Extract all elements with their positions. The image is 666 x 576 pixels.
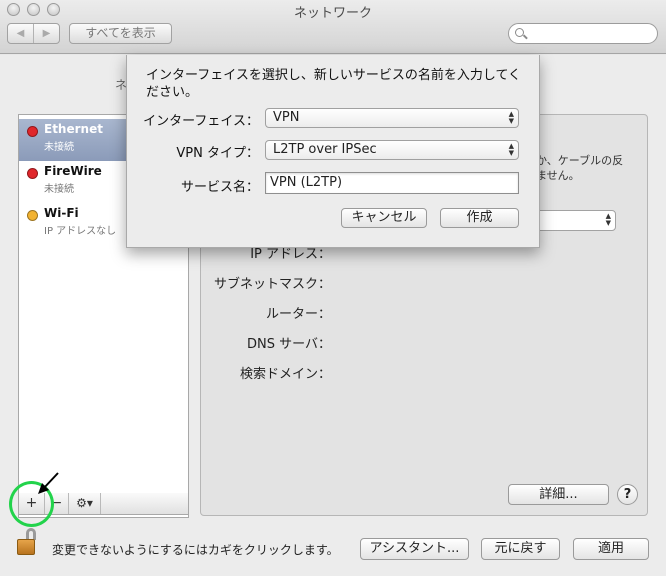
status-description: か、ケーブルの反 ません。	[536, 154, 624, 182]
lock-hint: 変更できないようにするにはカギをクリックします。	[52, 543, 339, 557]
updown-arrows-icon: ▲ ▼	[605, 212, 611, 227]
sheet-message: インターフェイスを選択し、新しいサービスの名前を入力してください。	[146, 68, 522, 100]
subnet-mask-label: サブネットマスク：	[213, 277, 331, 292]
back-icon[interactable]: ◀	[8, 24, 34, 43]
back-forward-control[interactable]: ◀ ▶	[7, 23, 60, 44]
forward-icon[interactable]: ▶	[34, 24, 59, 43]
configure-ipv4-popup[interactable]: ▲ ▼	[530, 210, 616, 231]
gear-icon[interactable]: ⚙▾	[69, 493, 101, 514]
revert-button[interactable]: 元に戻す	[481, 538, 560, 560]
window-title: ネットワーク	[293, 6, 372, 21]
window-titlebar: ネットワーク ◀ ▶ すべてを表示	[0, 0, 666, 54]
service-name-label: サービス名：	[180, 180, 259, 195]
pointer-arrow-icon	[38, 472, 59, 494]
service-status: 未接続	[44, 142, 74, 153]
apply-button[interactable]: 適用	[573, 538, 649, 560]
router-label: ルーター：	[265, 307, 331, 322]
service-status: IP アドレスなし	[44, 226, 117, 237]
assistant-button[interactable]: アシスタント...	[360, 538, 469, 560]
interface-label: インターフェイス：	[143, 114, 259, 129]
service-name: FireWire	[44, 164, 102, 178]
new-service-sheet: インターフェイスを選択し、新しいサービスの名前を入力してください。 インターフェ…	[126, 55, 540, 248]
vpn-type-popup[interactable]: L2TP over IPSec ▲ ▼	[265, 140, 519, 160]
service-name: Ethernet	[44, 122, 103, 136]
service-name-field[interactable]: VPN (L2TP)	[265, 172, 519, 194]
vpn-type-label: VPN タイプ：	[176, 146, 259, 161]
dns-server-label: DNS サーバ：	[247, 337, 331, 352]
details-button[interactable]: 詳細...	[508, 484, 609, 505]
service-name: Wi-Fi	[44, 206, 79, 220]
status-dot-icon	[27, 168, 38, 179]
status-dot-icon	[27, 126, 38, 137]
cancel-button[interactable]: キャンセル	[341, 208, 427, 228]
vpn-type-value: L2TP over IPSec	[273, 142, 377, 157]
lock-icon[interactable]	[17, 528, 39, 556]
interface-popup[interactable]: VPN ▲ ▼	[265, 108, 519, 128]
show-all-button[interactable]: すべてを表示	[69, 23, 172, 44]
search-domain-label: 検索ドメイン：	[239, 367, 331, 382]
search-field[interactable]	[508, 23, 658, 44]
interface-value: VPN	[273, 110, 300, 125]
service-status: 未接続	[44, 184, 74, 195]
updown-arrows-icon: ▲ ▼	[508, 110, 514, 125]
status-dot-icon	[27, 210, 38, 221]
create-button[interactable]: 作成	[440, 208, 519, 228]
updown-arrows-icon: ▲ ▼	[508, 142, 514, 157]
help-button[interactable]: ?	[617, 484, 638, 505]
search-icon	[515, 28, 524, 37]
